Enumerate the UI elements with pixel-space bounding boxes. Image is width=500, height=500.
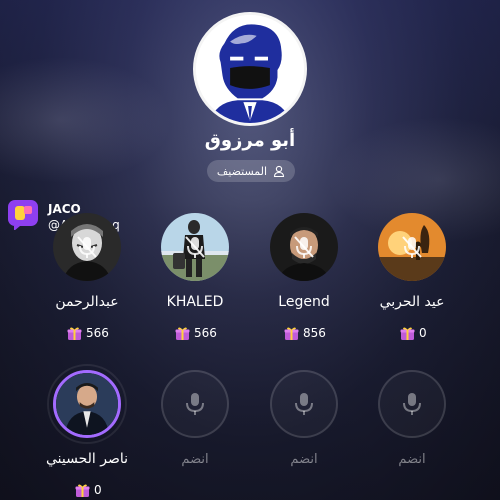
host-avatar[interactable] xyxy=(193,12,307,126)
gift-value: 0 xyxy=(419,326,427,340)
gift-icon xyxy=(400,326,415,340)
gift-value: 566 xyxy=(86,326,109,340)
mic-icon xyxy=(186,393,204,415)
seat-name: ناصر الحسيني xyxy=(45,451,129,467)
gift-value: 856 xyxy=(303,326,326,340)
muted-mic-icon xyxy=(185,236,205,258)
mic-icon xyxy=(295,393,313,415)
gift-icon xyxy=(67,326,82,340)
host-role-badge: المستضيف xyxy=(207,160,295,182)
muted-mic-icon xyxy=(402,236,422,258)
join-seat-button[interactable] xyxy=(161,370,229,438)
seat-name: عيد الحربي xyxy=(379,294,445,310)
gift-count: 856 xyxy=(284,324,326,342)
join-label: انضم xyxy=(290,452,318,467)
gift-count: 0 xyxy=(400,324,427,342)
gift-count: 566 xyxy=(67,324,109,342)
seat-name: عبدالرحمن xyxy=(55,294,119,310)
gift-count: 0 xyxy=(75,481,102,499)
gift-icon xyxy=(284,326,299,340)
seat-name: KHALED xyxy=(166,294,224,310)
gift-icon xyxy=(175,326,190,340)
host-role-label: المستضيف xyxy=(216,164,268,178)
gift-count: 566 xyxy=(175,324,217,342)
join-label: انضم xyxy=(181,452,209,467)
gift-icon xyxy=(75,483,90,497)
join-seat-button[interactable] xyxy=(378,370,446,438)
host-name: أبو مرزوق xyxy=(204,130,296,151)
jaco-logo-icon xyxy=(8,200,38,230)
mic-icon xyxy=(403,393,421,415)
muted-mic-icon xyxy=(294,236,314,258)
user-icon xyxy=(274,165,285,177)
gift-value: 566 xyxy=(194,326,217,340)
muted-mic-icon xyxy=(77,236,97,258)
seat-name: Legend xyxy=(278,294,330,310)
seat-avatar[interactable] xyxy=(53,370,121,438)
join-seat-button[interactable] xyxy=(270,370,338,438)
gift-value: 0 xyxy=(94,483,102,497)
join-label: انضم xyxy=(398,452,426,467)
